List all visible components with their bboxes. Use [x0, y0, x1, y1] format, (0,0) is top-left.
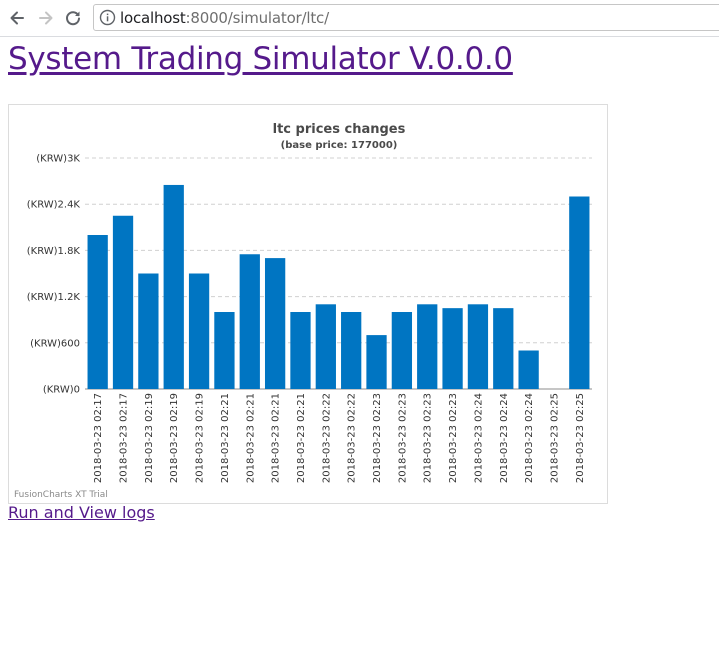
x-tick-label: 2018-03-23 02:23 — [423, 393, 434, 483]
x-axis: 2018-03-23 02:17 2018-03-23 02:17 2018-03-… — [93, 393, 586, 483]
forward-button[interactable] — [36, 8, 56, 28]
bar — [391, 312, 413, 389]
bar — [264, 258, 286, 389]
x-tick-label: 2018-03-23 02:17 — [119, 393, 130, 483]
y-tick-label: (KRW)3K — [36, 154, 80, 165]
bar — [87, 235, 108, 389]
bar — [239, 254, 260, 389]
bar — [188, 273, 210, 389]
bar — [417, 304, 438, 389]
bar — [315, 304, 336, 389]
url-host: localhost — [120, 9, 186, 27]
x-tick-label: 2018-03-23 02:24 — [499, 393, 510, 483]
bar — [341, 312, 362, 389]
bar — [569, 196, 590, 389]
x-tick-label: 2018-03-23 02:21 — [245, 393, 256, 483]
bar-chart: ltc prices changes (base price: 177000) … — [14, 122, 592, 500]
chart-subtitle: (base price: 177000) — [281, 140, 398, 151]
bars — [87, 184, 590, 389]
reload-icon — [66, 11, 80, 26]
back-arrow-icon — [10, 11, 24, 25]
bar — [138, 273, 159, 389]
x-tick-label: 2018-03-23 02:19 — [195, 393, 206, 483]
address-bar[interactable]: localhost:8000/simulator/ltc/ — [93, 4, 719, 31]
url-text[interactable]: localhost:8000/simulator/ltc/ — [120, 9, 329, 27]
bar — [493, 308, 514, 389]
x-tick-label: 2018-03-23 02:21 — [271, 393, 282, 483]
bar — [366, 335, 387, 389]
bar — [163, 184, 184, 389]
bar — [290, 312, 311, 389]
back-button[interactable] — [7, 8, 27, 28]
y-tick-label: (KRW)600 — [30, 338, 80, 349]
bar — [214, 312, 235, 389]
x-tick-label: 2018-03-23 02:19 — [169, 393, 180, 483]
x-tick-label: 2018-03-23 02:23 — [372, 393, 383, 483]
x-tick-label: 2018-03-23 02:17 — [93, 393, 104, 483]
x-tick-label: 2018-03-23 02:23 — [448, 393, 459, 483]
x-tick-label: 2018-03-23 02:24 — [524, 393, 535, 483]
y-tick-label: (KRW)0 — [43, 385, 80, 396]
x-tick-label: 2018-03-23 02:22 — [321, 393, 332, 483]
y-tick-label: (KRW)1.8K — [27, 246, 81, 257]
bar — [518, 350, 539, 389]
forward-arrow-icon — [39, 11, 53, 25]
y-tick-label: (KRW)1.2K — [27, 292, 81, 303]
y-tick-label: (KRW)2.4K — [27, 200, 81, 211]
chart-title: ltc prices changes — [273, 122, 406, 137]
reload-button[interactable] — [63, 8, 83, 28]
url-path: :8000/simulator/ltc/ — [185, 9, 330, 27]
x-tick-label: 2018-03-23 02:25 — [549, 393, 560, 483]
page-title[interactable]: System Trading Simulator V.0.0.0 — [8, 39, 513, 79]
x-tick-label: 2018-03-23 02:22 — [347, 393, 358, 483]
chart-watermark: FusionCharts XT Trial — [14, 490, 108, 500]
x-tick-label: 2018-03-23 02:24 — [473, 393, 484, 483]
x-tick-label: 2018-03-23 02:23 — [397, 393, 408, 483]
bar — [112, 215, 134, 389]
browser-toolbar: localhost:8000/simulator/ltc/ — [0, 0, 719, 37]
x-tick-label: 2018-03-23 02:21 — [296, 393, 307, 483]
info-icon[interactable] — [99, 9, 116, 26]
run-and-view-logs-link[interactable]: Run and View logs — [8, 503, 155, 522]
chart-container: ltc prices changes (base price: 177000) … — [8, 104, 608, 504]
grid-lines — [85, 157, 592, 390]
bar — [442, 308, 463, 389]
x-tick-label: 2018-03-23 02:19 — [144, 393, 155, 483]
x-tick-label: 2018-03-23 02:25 — [575, 393, 586, 483]
y-axis: (KRW)0 (KRW)600 (KRW)1.2K (KRW)1.8K (KRW)2.4… — [27, 154, 81, 396]
x-tick-label: 2018-03-23 02:21 — [220, 393, 231, 483]
bar — [467, 304, 489, 389]
